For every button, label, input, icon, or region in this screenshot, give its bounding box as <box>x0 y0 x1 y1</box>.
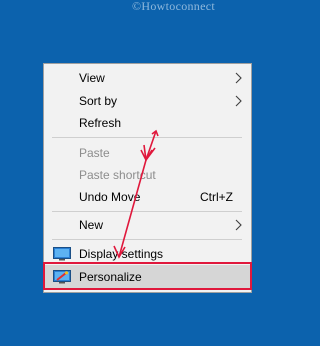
menu-item-personalize[interactable]: Personalize <box>44 265 251 290</box>
menu-item-label: Sort by <box>79 94 118 108</box>
menu-item-view[interactable]: View <box>44 67 251 89</box>
menu-separator <box>52 239 242 240</box>
menu-item-label: Undo Move <box>79 190 141 204</box>
menu-item-display-settings[interactable]: Display settings <box>44 243 251 265</box>
menu-item-label: Paste shortcut <box>79 168 156 182</box>
menu-item-label: Personalize <box>79 270 142 284</box>
menu-item-paste[interactable]: Paste <box>44 142 251 164</box>
menu-item-refresh[interactable]: Refresh <box>44 112 251 134</box>
chevron-right-icon <box>235 95 242 107</box>
menu-item-paste-shortcut[interactable]: Paste shortcut <box>44 164 251 186</box>
chevron-right-icon <box>235 72 242 84</box>
chevron-right-icon <box>235 219 242 231</box>
menu-item-label: View <box>79 71 105 85</box>
menu-item-label: Paste <box>79 146 110 160</box>
display-settings-icon <box>53 247 71 261</box>
menu-item-new[interactable]: New <box>44 214 251 236</box>
menu-item-undo-move[interactable]: Undo Move Ctrl+Z <box>44 186 251 208</box>
menu-item-sort-by[interactable]: Sort by <box>44 90 251 112</box>
menu-item-label: Refresh <box>79 116 122 130</box>
menu-separator <box>52 211 242 212</box>
personalize-icon <box>53 270 71 284</box>
menu-separator <box>52 137 242 138</box>
desktop-context-menu: View Sort by Refresh Paste Paste shortcu… <box>43 63 252 293</box>
watermark-text: ©Howtoconnect <box>132 0 215 13</box>
menu-item-label: New <box>79 218 104 232</box>
menu-item-label: Display settings <box>79 247 164 261</box>
menu-item-shortcut: Ctrl+Z <box>200 190 233 204</box>
